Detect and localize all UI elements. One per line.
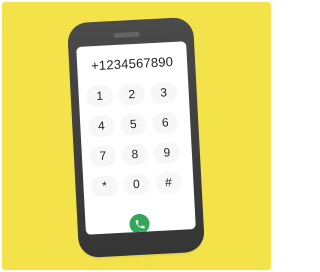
call-button[interactable] xyxy=(129,213,151,235)
phone-icon xyxy=(135,219,145,228)
dial-key-star[interactable]: * xyxy=(90,175,118,197)
smartphone: +1234567890 1 2 3 4 5 6 7 8 9 * 0 # xyxy=(66,16,206,259)
dial-key-3[interactable]: 3 xyxy=(150,81,178,104)
dial-key-1[interactable]: 1 xyxy=(86,85,114,107)
dial-key-6[interactable]: 6 xyxy=(151,111,179,134)
dial-key-hash[interactable]: # xyxy=(154,171,182,194)
dial-pad: 1 2 3 4 5 6 7 8 9 * 0 # xyxy=(86,81,186,201)
dial-key-2[interactable]: 2 xyxy=(118,83,146,105)
dial-key-5[interactable]: 5 xyxy=(119,113,147,135)
dial-key-8[interactable]: 8 xyxy=(121,143,149,165)
illustration-frame: +1234567890 1 2 3 4 5 6 7 8 9 * 0 # xyxy=(0,0,273,272)
dial-key-7[interactable]: 7 xyxy=(89,145,117,167)
dial-key-9[interactable]: 9 xyxy=(153,141,181,164)
dial-key-4[interactable]: 4 xyxy=(87,115,115,137)
speaker-grille xyxy=(113,31,140,39)
dialed-number: +1234567890 xyxy=(90,53,174,74)
dial-key-0[interactable]: 0 xyxy=(122,173,150,195)
phone-screen: +1234567890 1 2 3 4 5 6 7 8 9 * 0 # xyxy=(76,41,196,235)
